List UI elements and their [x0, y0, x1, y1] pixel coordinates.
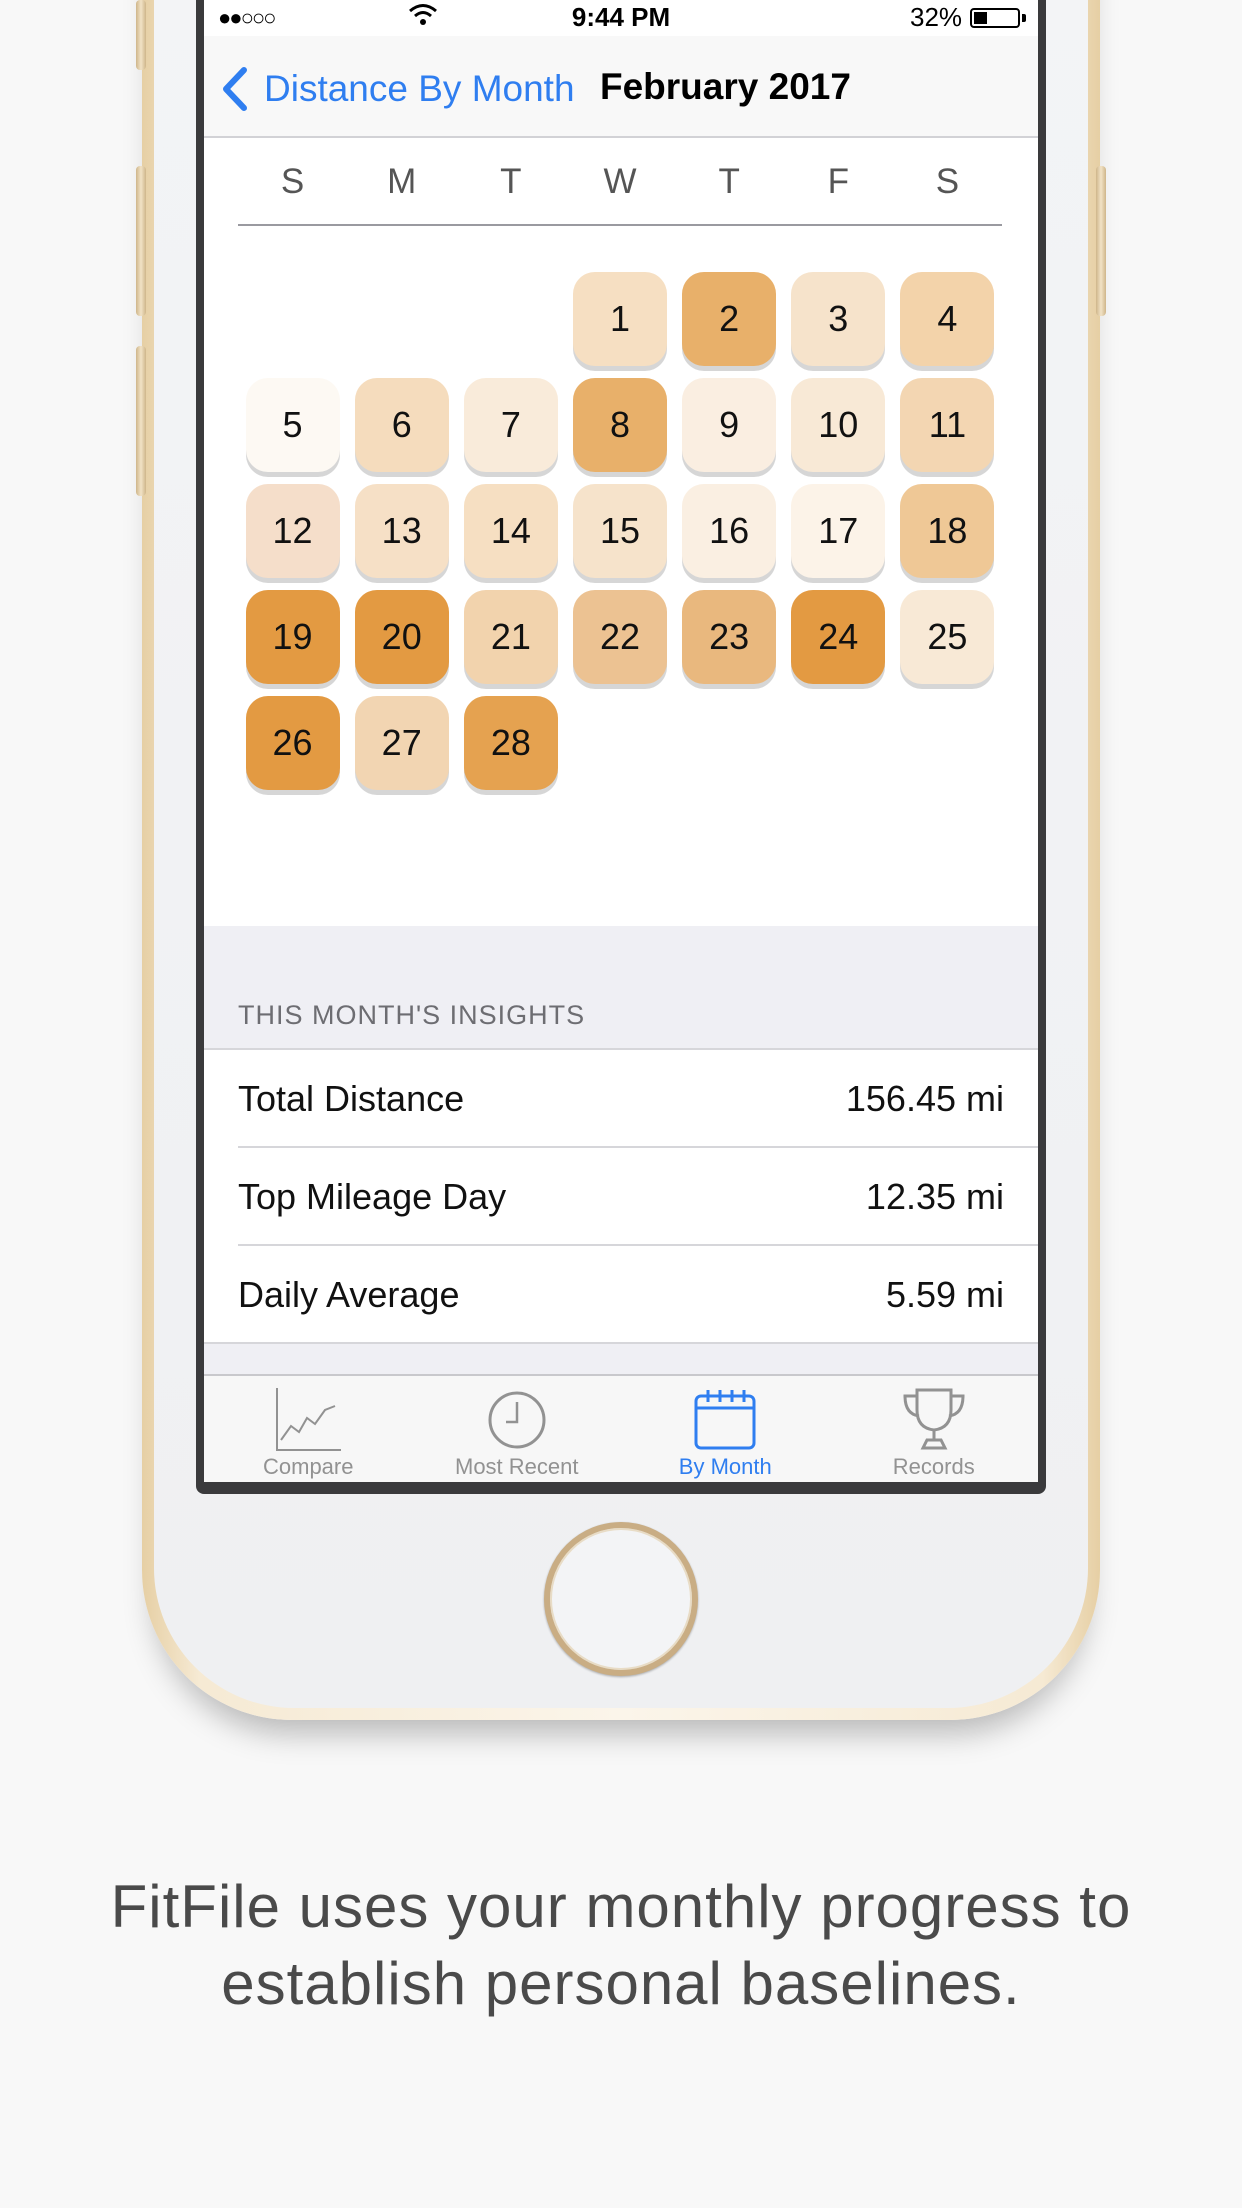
- app-screen: ●●○○○ 9:44 PM 32% Distance By Month Febr…: [204, 0, 1038, 1482]
- weekday-label: T: [718, 162, 740, 201]
- insights-section-header: THIS MONTH'S INSIGHTS: [204, 926, 1038, 1050]
- marketing-caption: FitFile uses your monthly progress to es…: [110, 1873, 1132, 2017]
- month-calendar-grid: 1 2 3 4 5 6 7 8 9 10 11 12 13 14 15 16 17 18 19 20 21 22 23 24 2…: [238, 272, 1002, 792]
- calendar-day-6[interactable]: 6: [354, 378, 449, 472]
- calendar-day-18[interactable]: 18: [900, 484, 995, 578]
- calendar-day-27[interactable]: 27: [354, 696, 449, 790]
- battery-percentage: 32%: [910, 2, 963, 32]
- tab-by-month[interactable]: By Month: [621, 1376, 830, 1482]
- weekday-label: T: [500, 162, 522, 201]
- insight-row-top-mileage-day[interactable]: Top Mileage Day 12.35 mi: [238, 1148, 1038, 1246]
- calendar-day-21[interactable]: 21: [463, 590, 558, 684]
- insight-label: Daily Average: [238, 1274, 460, 1315]
- tab-label: By Month: [678, 1454, 772, 1479]
- weekday-label: S: [935, 162, 960, 201]
- tab-label: Compare: [263, 1454, 354, 1479]
- calendar-day-12[interactable]: 12: [245, 484, 340, 578]
- chevron-left-icon: [223, 67, 247, 111]
- tab-label: Most Recent: [455, 1454, 579, 1479]
- weekday-label: W: [603, 162, 637, 201]
- insight-label: Top Mileage Day: [238, 1176, 507, 1217]
- weekday-header: S M T W T F S: [238, 138, 1002, 226]
- calendar-day-15[interactable]: 15: [573, 484, 667, 578]
- navigation-bar: Distance By Month February 2017: [204, 36, 1038, 138]
- calendar-day-7[interactable]: 7: [463, 378, 558, 472]
- calendar-day-4[interactable]: 4: [900, 272, 995, 366]
- tab-bar: Compare Most Recent By Month Records: [204, 1374, 1038, 1482]
- calendar-day-23[interactable]: 23: [682, 590, 777, 684]
- insights-list: Total Distance 156.45 mi Top Mileage Day…: [204, 1050, 1038, 1344]
- battery-icon: [970, 8, 1020, 28]
- calendar-day-16[interactable]: 16: [682, 484, 777, 578]
- insight-row-total-distance[interactable]: Total Distance 156.45 mi: [238, 1050, 1038, 1148]
- calendar-day-9[interactable]: 9: [682, 378, 777, 472]
- calendar-icon: [694, 1390, 756, 1450]
- calendar-day-2[interactable]: 2: [682, 272, 777, 366]
- back-button[interactable]: Distance By Month: [218, 64, 575, 114]
- power-button: [1096, 166, 1106, 316]
- section-title: THIS MONTH'S INSIGHTS: [238, 1000, 586, 1030]
- calendar-day-11[interactable]: 11: [900, 378, 995, 472]
- calendar-day-3[interactable]: 3: [791, 272, 886, 366]
- insight-value: 12.35 mi: [865, 1176, 1004, 1217]
- calendar-day-1[interactable]: 1: [573, 272, 667, 366]
- weekday-label: S: [280, 162, 305, 201]
- calendar-day-20[interactable]: 20: [354, 590, 449, 684]
- trophy-icon: [903, 1388, 965, 1450]
- page-title: February 2017: [600, 66, 851, 107]
- battery-nub: [1022, 14, 1026, 22]
- calendar-day-22[interactable]: 22: [573, 590, 667, 684]
- calendar-day-25[interactable]: 25: [900, 590, 995, 684]
- calendar-day-17[interactable]: 17: [791, 484, 886, 578]
- status-bar: ●●○○○ 9:44 PM 32%: [204, 0, 1038, 36]
- calendar-day-19[interactable]: 19: [245, 590, 340, 684]
- insight-row-daily-average[interactable]: Daily Average 5.59 mi: [204, 1246, 1038, 1344]
- calendar-day-24[interactable]: 24: [791, 590, 886, 684]
- insight-label: Total Distance: [238, 1078, 465, 1119]
- weekday-label: M: [387, 162, 417, 201]
- weekday-label: F: [827, 162, 849, 201]
- clock-icon: [488, 1391, 546, 1449]
- tab-label: Records: [892, 1454, 975, 1479]
- line-chart-icon: [276, 1388, 342, 1451]
- back-button-label: Distance By Month: [264, 68, 575, 109]
- volume-up-button: [136, 166, 146, 316]
- calendar-day-8[interactable]: 8: [573, 378, 667, 472]
- mute-switch: [136, 0, 146, 70]
- calendar-day-14[interactable]: 14: [463, 484, 558, 578]
- tab-records[interactable]: Records: [830, 1376, 1039, 1482]
- calendar-day-26[interactable]: 26: [245, 696, 340, 790]
- calendar-day-13[interactable]: 13: [354, 484, 449, 578]
- calendar-day-10[interactable]: 10: [791, 378, 886, 472]
- calendar-day-28[interactable]: 28: [463, 696, 558, 790]
- insight-value: 5.59 mi: [885, 1274, 1004, 1315]
- tab-compare[interactable]: Compare: [204, 1376, 413, 1482]
- volume-down-button: [136, 346, 146, 496]
- tab-most-recent[interactable]: Most Recent: [413, 1376, 622, 1482]
- insight-value: 156.45 mi: [845, 1078, 1004, 1119]
- calendar-day-5[interactable]: 5: [245, 378, 340, 472]
- list-footer-gap: [204, 1344, 1038, 1374]
- home-button[interactable]: [544, 1522, 698, 1676]
